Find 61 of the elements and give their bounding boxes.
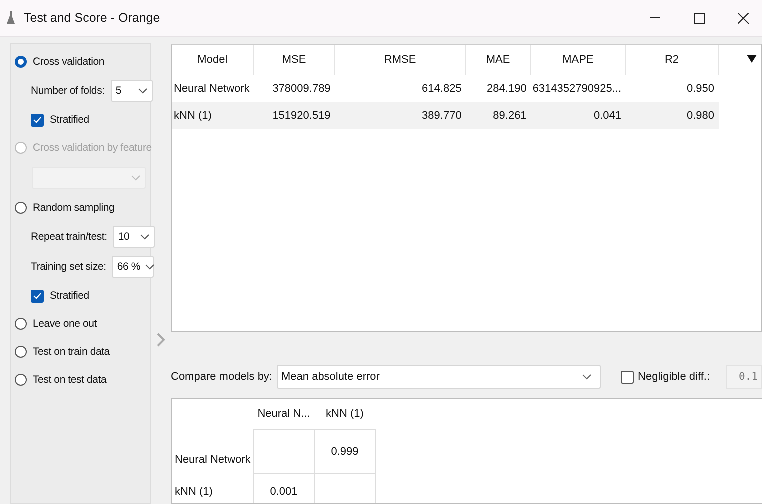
column-header[interactable]: R2: [626, 45, 719, 75]
close-icon: [738, 12, 748, 24]
checkbox[interactable]: [621, 370, 634, 384]
checkbox-label: Stratified: [50, 114, 90, 126]
table-cell: 6314352790925...: [530, 75, 626, 102]
radio-button[interactable]: [15, 202, 27, 214]
radio-label: Cross validation by feature: [33, 142, 152, 154]
chevron-down-icon: [582, 374, 592, 380]
table-cell: 0.950: [626, 75, 719, 102]
table-cell: 389.770: [334, 102, 466, 129]
radio-label: Leave one out: [33, 318, 97, 330]
row-header: Neural Network: [172, 430, 254, 474]
table-cell: Neural Network: [172, 75, 254, 102]
table-cell: 378009.789: [254, 75, 335, 102]
table-cell: 0.980: [626, 102, 719, 129]
column-header: Neural N...: [254, 399, 314, 430]
table-cell: 0.999: [314, 430, 376, 474]
table-cell: 0.001: [254, 474, 314, 503]
column-header[interactable]: MAPE: [530, 45, 626, 75]
checkbox[interactable]: [31, 114, 44, 126]
radio-label: Random sampling: [33, 202, 115, 214]
checkbox-label: Stratified: [50, 290, 90, 302]
checkbox-label: Negligible diff.:: [638, 371, 710, 383]
chevron-down-icon: [140, 234, 150, 240]
dropdown[interactable]: 5: [110, 80, 153, 102]
minimize-icon: [650, 17, 660, 19]
number-field[interactable]: 0.1: [726, 365, 762, 389]
radio-button[interactable]: [15, 56, 27, 68]
radio-button[interactable]: [15, 346, 27, 358]
chevron-down-icon: [138, 88, 148, 94]
column-header: kNN (1): [314, 399, 376, 430]
dropdown-label: Repeat train/test:: [31, 231, 108, 243]
window-title: Test and Score - Orange: [24, 11, 162, 25]
column-header[interactable]: MSE: [254, 45, 335, 75]
column-header[interactable]: MAE: [466, 45, 531, 75]
radio-button[interactable]: [15, 318, 27, 330]
chevron-down-icon: [144, 264, 155, 270]
radio-button[interactable]: [15, 374, 27, 386]
column-header[interactable]: RMSE: [334, 45, 466, 75]
radio-label: Test on test data: [33, 374, 107, 386]
table-cell: 0.041: [530, 102, 626, 129]
row-header: kNN (1): [172, 474, 254, 503]
dropdown-arrow-icon[interactable]: [747, 55, 757, 63]
table-cell: 151920.519: [254, 102, 335, 129]
compare-dropdown[interactable]: Mean absolute error: [276, 365, 602, 389]
app-icon: [6, 10, 16, 26]
table-cell: 89.261: [466, 102, 531, 129]
maximize-icon: [694, 12, 704, 24]
table-cell: 614.825: [334, 75, 466, 102]
radio-label: Cross validation: [33, 56, 104, 68]
compare-label: Compare models by:: [171, 371, 272, 383]
table-cell: 284.190: [466, 75, 531, 102]
dropdown-label: Number of folds:: [31, 85, 105, 97]
column-header[interactable]: Model: [172, 45, 254, 75]
dropdown-label: Training set size:: [31, 261, 106, 273]
chevron-down-icon: [131, 175, 141, 181]
dropdown[interactable]: 10: [113, 226, 156, 248]
radio-label: Test on train data: [33, 346, 110, 358]
dropdown[interactable]: 66 %: [112, 256, 154, 278]
checkbox[interactable]: [31, 290, 44, 302]
table-cell: kNN (1): [172, 102, 254, 129]
